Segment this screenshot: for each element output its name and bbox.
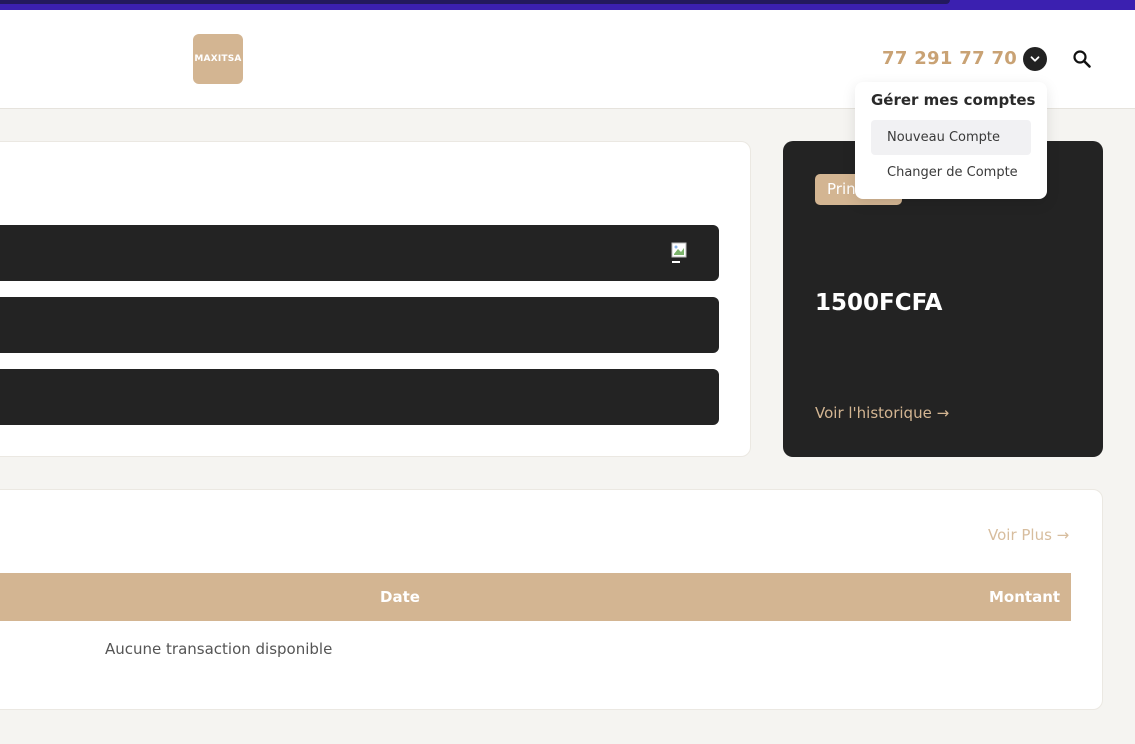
top-accent-bar bbox=[0, 0, 1135, 10]
account-phone-number: 77 291 77 70 bbox=[882, 48, 1018, 69]
column-header-date[interactable]: Date bbox=[380, 586, 420, 608]
broken-image-icon bbox=[671, 242, 687, 263]
action-bar-2[interactable] bbox=[0, 297, 719, 353]
logo-text: MAXITSA bbox=[194, 54, 242, 64]
app-logo[interactable]: MAXITSA bbox=[193, 34, 243, 84]
menu-item-new-account[interactable]: Nouveau Compte bbox=[871, 120, 1031, 155]
search-icon bbox=[1073, 50, 1091, 68]
see-more-link[interactable]: Voir Plus → bbox=[988, 524, 1069, 546]
search-button[interactable] bbox=[1071, 48, 1093, 70]
dropdown-title: Gérer mes comptes bbox=[871, 91, 1036, 109]
view-history-link[interactable]: Voir l'historique → bbox=[815, 402, 949, 424]
empty-transactions-message: Aucune transaction disponible bbox=[105, 640, 333, 658]
chevron-down-icon bbox=[1030, 56, 1040, 62]
balance-amount: 1500FCFA bbox=[815, 290, 943, 316]
account-dropdown-menu: Gérer mes comptes Nouveau Compte Changer… bbox=[855, 82, 1047, 199]
action-bar-3[interactable] bbox=[0, 369, 719, 425]
column-header-amount[interactable]: Montant bbox=[989, 586, 1060, 608]
transactions-table-header bbox=[0, 573, 1071, 621]
menu-item-switch-account[interactable]: Changer de Compte bbox=[871, 155, 1031, 190]
action-bar-1[interactable] bbox=[0, 225, 719, 281]
account-menu-toggle[interactable] bbox=[1023, 47, 1047, 71]
